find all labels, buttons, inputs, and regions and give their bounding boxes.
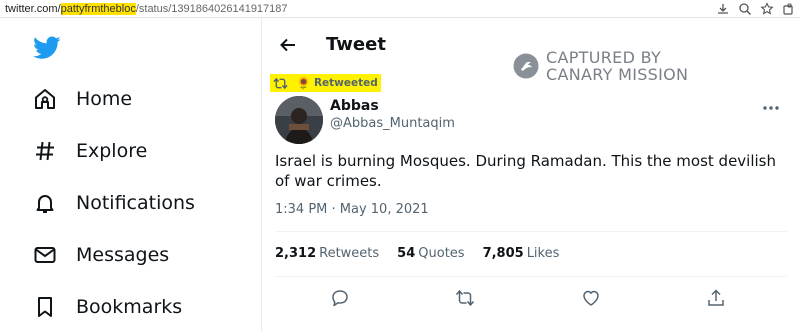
sidebar-item-home[interactable]: Home [33, 79, 253, 119]
stat-count: 54 [397, 246, 416, 261]
url-highlighted-username: pattyfrmthebloc [60, 3, 136, 15]
zoom-icon[interactable] [738, 2, 752, 16]
sidebar-item-label: Bookmarks [76, 296, 183, 318]
tweet-timestamp[interactable]: 1:34 PM · May 10, 2021 [275, 202, 429, 217]
browser-address-bar[interactable]: twitter.com/pattyfrmthebloc/status/13918… [0, 0, 800, 18]
download-icon[interactable] [716, 2, 730, 16]
sidebar-item-label: Notifications [76, 192, 195, 214]
sidebar-item-label: Home [76, 88, 133, 110]
envelope-icon [34, 247, 56, 263]
home-icon [35, 89, 55, 109]
bookmark-star-icon[interactable] [760, 2, 774, 16]
stat-quotes[interactable]: 54 Quotes [397, 246, 464, 261]
canary-mission-logo [513, 53, 539, 79]
twitter-bird-icon[interactable] [33, 36, 61, 60]
watermark-text: CAPTURED BY CANARY MISSION [546, 49, 688, 83]
stat-count: 2,312 [275, 246, 317, 261]
sidebar-item-messages[interactable]: Messages [33, 235, 253, 275]
share-icon[interactable] [706, 288, 726, 308]
watermark-line-1: CAPTURED BY [546, 48, 662, 67]
main-column: Tweet CAPTURED BY CANARY MISSION 🌻 Retwe… [263, 18, 800, 332]
author-name[interactable]: Abbas [330, 98, 379, 114]
sidebar-item-label: Messages [76, 244, 170, 266]
stat-count: 7,805 [482, 246, 524, 261]
retweet-action-icon[interactable] [455, 288, 475, 308]
sidebar-item-label: Explore [76, 140, 148, 162]
avatar-image [275, 96, 323, 144]
retweet-context[interactable]: 🌻 Retweeted [270, 74, 381, 92]
arrow-left-icon [280, 38, 295, 52]
stat-label: Retweets [319, 246, 380, 261]
divider [275, 276, 787, 277]
avatar[interactable] [275, 96, 323, 144]
sunflower-emoji: 🌻 [296, 76, 311, 90]
url-path: /status/1391864026141917187 [135, 3, 288, 15]
like-icon[interactable] [581, 288, 601, 308]
url-text[interactable]: twitter.com/pattyfrmthebloc/status/13918… [5, 2, 288, 16]
bell-icon [36, 195, 54, 213]
bookmark-icon [38, 297, 52, 317]
divider [275, 231, 787, 232]
retweet-icon [273, 77, 288, 89]
tweet-text: Israel is burning Mosques. During Ramada… [275, 152, 776, 190]
stat-label: Quotes [418, 246, 465, 261]
retweeted-label: Retweeted [313, 77, 378, 89]
watermark-line-2: CANARY MISSION [546, 65, 689, 84]
author-handle[interactable]: @Abbas_Muntaqim [330, 116, 455, 131]
sidebar-item-bookmarks[interactable]: Bookmarks [33, 287, 253, 327]
more-options-icon[interactable] [762, 104, 780, 112]
back-button[interactable] [275, 32, 301, 58]
stat-label: Likes [526, 246, 560, 261]
stat-likes[interactable]: 7,805 Likes [483, 246, 560, 261]
sidebar-item-notifications[interactable]: Notifications [33, 183, 253, 223]
tweet-actions [263, 288, 800, 312]
hashtag-icon [36, 141, 54, 161]
watermark: CAPTURED BY CANARY MISSION [513, 48, 688, 84]
stat-retweets[interactable]: 2,312 Retweets [275, 246, 379, 261]
page-title: Tweet [326, 34, 386, 55]
tweet-stats: 2,312 Retweets 54 Quotes 7,805 Likes [275, 246, 577, 261]
reply-icon[interactable] [330, 288, 350, 308]
sidebar-item-explore[interactable]: Explore [33, 131, 253, 171]
sidebar: Home Explore Notifications Messages Book… [0, 18, 262, 332]
url-domain: twitter.com/ [5, 3, 61, 15]
extensions-icon[interactable] [782, 2, 796, 16]
